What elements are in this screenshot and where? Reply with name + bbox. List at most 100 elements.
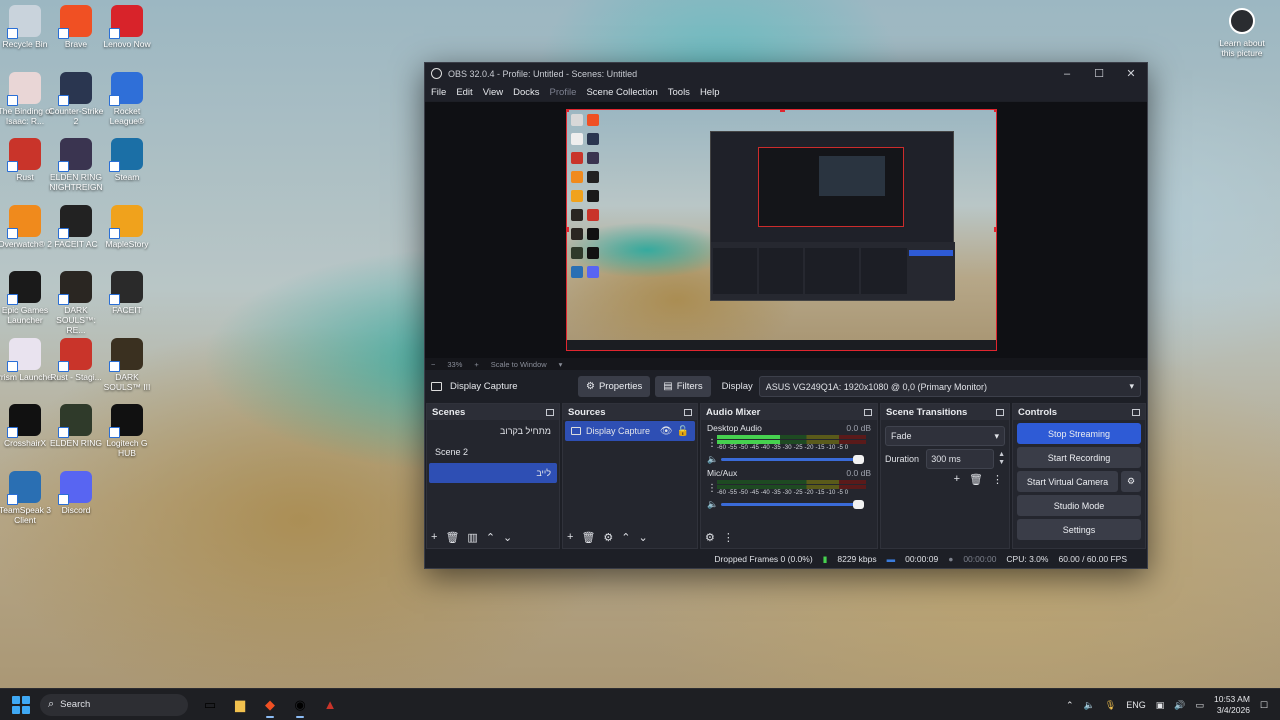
scene-item[interactable]: Scene 2 bbox=[429, 442, 557, 462]
float-dock-icon[interactable] bbox=[684, 408, 692, 416]
desktop-icon[interactable]: DARK SOULS™ III bbox=[97, 337, 157, 392]
task-view-icon[interactable]: ▭ bbox=[196, 691, 224, 719]
advanced-audio-icon[interactable]: ⚙ bbox=[705, 531, 715, 544]
desktop-icon[interactable]: Lenovo Now bbox=[97, 5, 157, 49]
channel-menu-button[interactable]: ⋮ bbox=[707, 483, 717, 494]
minimize-button[interactable]: – bbox=[1051, 68, 1083, 80]
transition-menu-button[interactable]: ⋮ bbox=[992, 473, 1003, 486]
battery-icon[interactable]: ▭ bbox=[1195, 700, 1204, 711]
menu-edit[interactable]: Edit bbox=[456, 87, 472, 98]
display-select[interactable]: ASUS VG249Q1A: 1920x1080 @ 0,0 (Primary … bbox=[758, 376, 1141, 397]
channel-menu-button[interactable]: ⋮ bbox=[707, 438, 717, 449]
source-item-display-capture[interactable]: Display Capture 👁 🔓 bbox=[565, 421, 695, 441]
properties-button[interactable]: ⚙ Properties bbox=[578, 376, 651, 397]
filters-button[interactable]: ▤ Filters bbox=[655, 376, 711, 397]
add-transition-button[interactable]: + bbox=[954, 473, 960, 486]
network-icon[interactable]: ▣ bbox=[1156, 700, 1165, 711]
lenovo-now-icon bbox=[109, 5, 143, 39]
start-recording-button[interactable]: Start Recording bbox=[1017, 447, 1141, 468]
language-indicator[interactable]: ENG bbox=[1126, 700, 1146, 710]
speaker-icon[interactable]: 🔈 bbox=[707, 454, 719, 465]
speaker-icon[interactable]: 🔈 bbox=[1084, 700, 1095, 711]
start-button[interactable] bbox=[12, 695, 30, 714]
move-down-button[interactable]: ⌄ bbox=[503, 531, 512, 544]
notifications-icon[interactable]: ☐ bbox=[1260, 700, 1268, 711]
menu-view[interactable]: View bbox=[483, 87, 503, 98]
menu-help[interactable]: Help bbox=[700, 87, 720, 98]
file-explorer-icon[interactable]: ▆ bbox=[226, 691, 254, 719]
float-dock-icon[interactable] bbox=[864, 408, 872, 416]
menu-profile[interactable]: Profile bbox=[550, 87, 577, 98]
preview-canvas[interactable] bbox=[566, 109, 997, 351]
volume-slider-knob[interactable] bbox=[853, 500, 864, 509]
menu-bar: File Edit View Docks Profile Scene Collection… bbox=[425, 84, 1147, 101]
remove-transition-button[interactable]: 🗑 bbox=[969, 473, 983, 486]
resize-handle[interactable] bbox=[994, 227, 996, 232]
add-source-button[interactable]: + bbox=[567, 531, 573, 543]
menu-scene-collection[interactable]: Scene Collection bbox=[586, 87, 657, 98]
maximize-button[interactable]: ☐ bbox=[1083, 67, 1115, 80]
virtual-camera-settings-icon[interactable]: ⚙ bbox=[1121, 471, 1141, 492]
microphone-icon[interactable]: 🎙 bbox=[1105, 700, 1116, 711]
clock[interactable]: 10:53 AM 3/4/2026 bbox=[1214, 694, 1250, 716]
desktop-icon[interactable]: Discord bbox=[46, 470, 106, 515]
float-dock-icon[interactable] bbox=[996, 408, 1004, 416]
learn-about-picture[interactable]: Learn about this picture bbox=[1216, 8, 1268, 58]
desktop-icon-label: Logitech G HUB bbox=[106, 438, 148, 458]
obs-window: OBS 32.0.4 - Profile: Untitled - Scenes:… bbox=[424, 62, 1148, 569]
move-up-button[interactable]: ⌃ bbox=[621, 531, 630, 544]
stop-streaming-button[interactable]: Stop Streaming bbox=[1017, 423, 1141, 444]
source-properties-button[interactable]: ⚙ bbox=[603, 531, 613, 544]
desktop-icon[interactable]: FACEIT bbox=[97, 271, 157, 315]
taskbar-search[interactable]: ⌕ Search bbox=[40, 693, 188, 716]
duration-row: Duration 300 ms ▲ ▼ bbox=[885, 449, 1005, 469]
start-virtual-camera-button[interactable]: Start Virtual Camera bbox=[1017, 471, 1118, 492]
rust-taskbar-icon[interactable]: ▲ bbox=[316, 691, 344, 719]
scenes-toolbar: + 🗑 ▥ ⌃ ⌄ bbox=[427, 526, 559, 548]
scale-mode[interactable]: Scale to Window bbox=[491, 360, 547, 369]
remove-scene-button[interactable]: 🗑 bbox=[445, 531, 459, 544]
zoom-in-button[interactable]: + bbox=[474, 360, 478, 369]
desktop-icon[interactable]: Logitech G HUB bbox=[97, 404, 157, 458]
scene-item[interactable]: לייב bbox=[429, 463, 557, 483]
resize-handle[interactable] bbox=[780, 110, 785, 112]
volume-meter: -60 -55 -50 -45 -40 -35 -30 -25 -20 -15 … bbox=[717, 435, 866, 451]
close-button[interactable]: ✕ bbox=[1115, 67, 1147, 80]
scene-filters-button[interactable]: ▥ bbox=[467, 531, 477, 544]
volume-slider[interactable] bbox=[721, 500, 864, 509]
resize-handle[interactable] bbox=[994, 110, 996, 112]
move-up-button[interactable]: ⌃ bbox=[486, 531, 495, 544]
menu-tools[interactable]: Tools bbox=[668, 87, 690, 98]
scene-item[interactable]: מתחיל בקרוב bbox=[429, 421, 557, 441]
volume-slider[interactable] bbox=[721, 455, 864, 464]
menu-docks[interactable]: Docks bbox=[513, 87, 539, 98]
chevron-up-icon[interactable]: ⌃ bbox=[1066, 700, 1074, 711]
transition-select[interactable]: Fade ▾ bbox=[885, 426, 1005, 446]
desktop-icon-label: Steam bbox=[114, 172, 140, 182]
volume-icon[interactable]: 🔊 bbox=[1174, 700, 1185, 711]
menu-file[interactable]: File bbox=[431, 87, 446, 98]
add-scene-button[interactable]: + bbox=[431, 531, 437, 543]
float-dock-icon[interactable] bbox=[1132, 408, 1140, 416]
speaker-icon[interactable]: 🔈 bbox=[707, 499, 719, 510]
zoom-out-button[interactable]: − bbox=[431, 360, 435, 369]
settings-button[interactable]: Settings bbox=[1017, 519, 1141, 540]
search-placeholder: Search bbox=[60, 699, 91, 710]
remove-source-button[interactable]: 🗑 bbox=[581, 531, 595, 544]
desktop-icon[interactable]: MapleStory bbox=[97, 204, 157, 249]
desktop-icon[interactable]: Rocket League® bbox=[97, 71, 157, 126]
mixer-menu-button[interactable]: ⋮ bbox=[723, 531, 734, 544]
desktop-icon[interactable]: Steam bbox=[97, 138, 157, 182]
studio-mode-button[interactable]: Studio Mode bbox=[1017, 495, 1141, 516]
float-dock-icon[interactable] bbox=[546, 408, 554, 416]
duration-stepper[interactable]: ▲ ▼ bbox=[998, 451, 1005, 467]
scale-dropdown-icon[interactable]: ▾ bbox=[559, 360, 563, 369]
move-down-button[interactable]: ⌄ bbox=[639, 531, 648, 544]
eye-icon[interactable]: 👁 bbox=[660, 426, 673, 437]
lock-icon[interactable]: 🔓 bbox=[677, 426, 689, 437]
obs-taskbar-icon[interactable]: ◉ bbox=[286, 691, 314, 719]
volume-slider-knob[interactable] bbox=[853, 455, 864, 464]
prism-launcher-icon bbox=[7, 337, 41, 372]
duration-input[interactable]: 300 ms bbox=[926, 449, 995, 469]
brave-taskbar-icon[interactable]: ◆ bbox=[256, 691, 284, 719]
